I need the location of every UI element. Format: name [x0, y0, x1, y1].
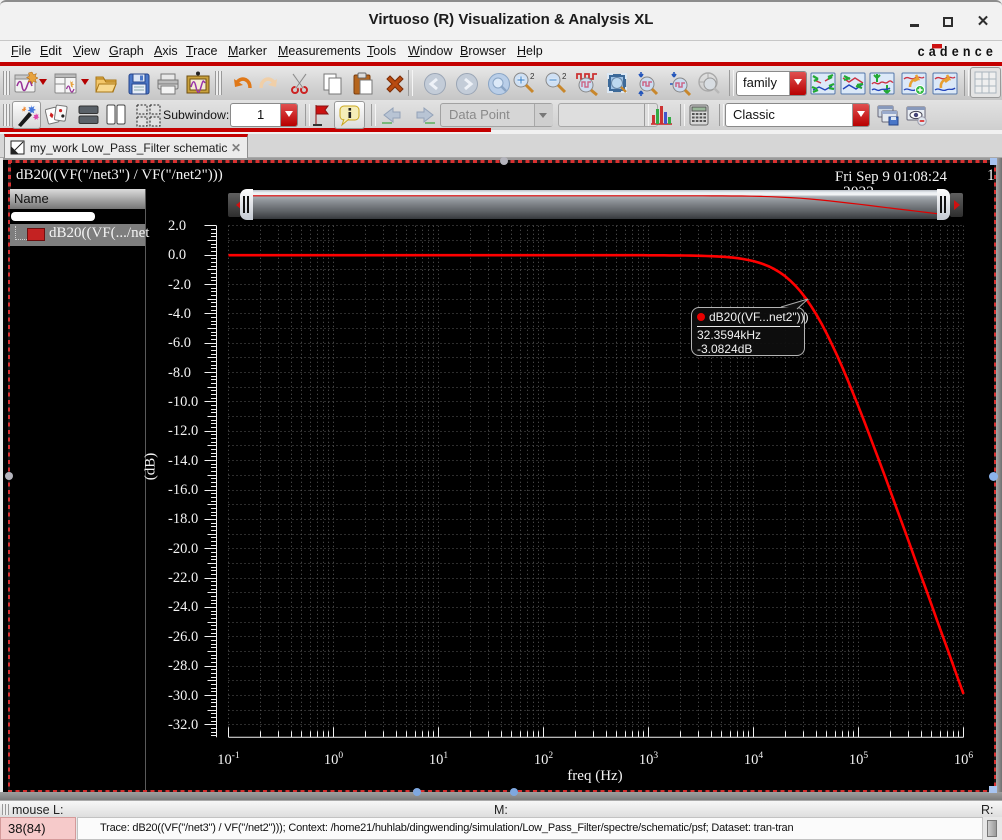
svg-text:2: 2 [562, 72, 567, 81]
svg-text:2: 2 [530, 72, 535, 81]
